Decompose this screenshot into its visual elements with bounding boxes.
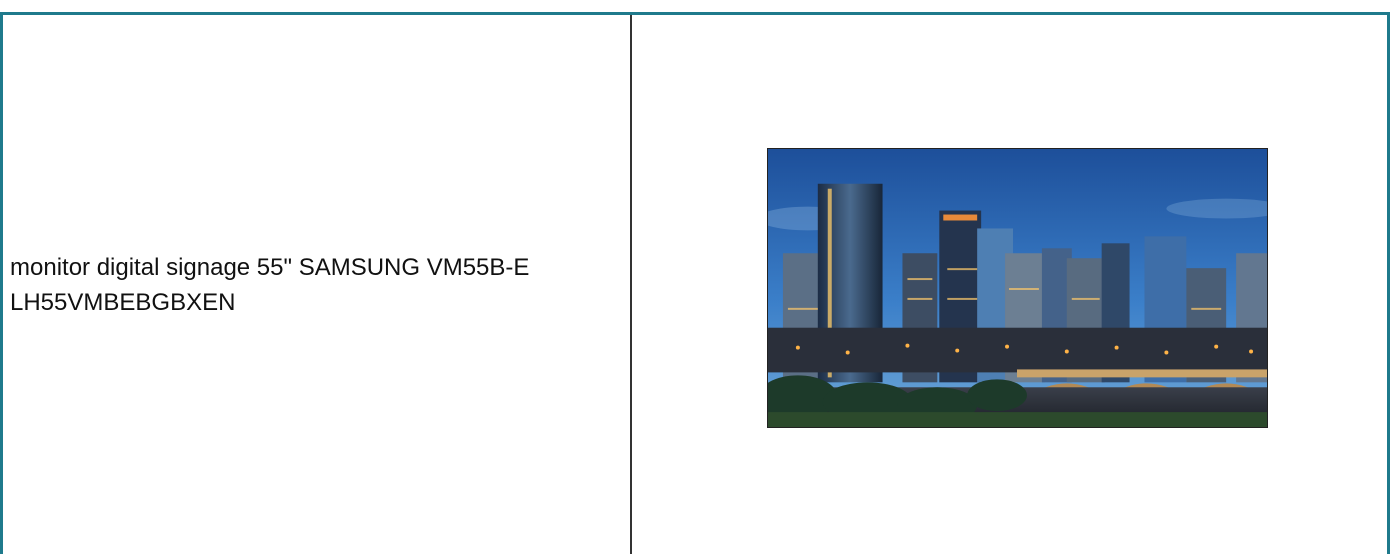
product-image-cell	[632, 15, 1387, 554]
product-image[interactable]	[767, 148, 1268, 428]
product-title-cell: monitor digital signage 55" SAMSUNG VM55…	[3, 15, 630, 554]
product-title: monitor digital signage 55" SAMSUNG VM55…	[10, 253, 530, 316]
product-row: monitor digital signage 55" SAMSUNG VM55…	[0, 0, 1390, 554]
